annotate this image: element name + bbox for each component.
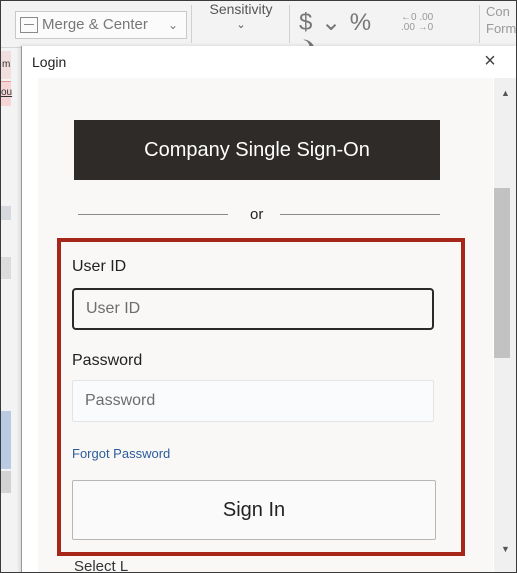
divider-or-text: or (250, 206, 264, 223)
dialog-title: Login (32, 54, 67, 70)
sign-in-button[interactable]: Sign In (72, 480, 436, 540)
user-id-label: User ID (72, 258, 127, 275)
background-text: m (2, 59, 11, 70)
background-cell: m (1, 51, 11, 79)
background-text: ou (1, 87, 13, 98)
excel-ribbon: Merge & Center ⌄ Sensitivity ⌄ $ ⌄ % ❩ ←… (1, 1, 517, 64)
screenshot-frame: Merge & Center ⌄ Sensitivity ⌄ $ ⌄ % ❩ ←… (0, 0, 517, 573)
background-cell (1, 257, 11, 279)
background-cell (1, 471, 11, 493)
company-sso-button[interactable]: Company Single Sign-On (74, 120, 440, 180)
ribbon-divider (289, 5, 290, 43)
divider-line (78, 214, 228, 215)
dialog-scrollbar[interactable]: ▲ ▼ (494, 78, 516, 572)
user-id-input[interactable] (72, 288, 434, 330)
scroll-up-arrow-icon[interactable]: ▲ (494, 84, 516, 102)
chevron-down-icon: ⌄ (168, 18, 179, 32)
scroll-down-arrow-icon[interactable]: ▼ (494, 540, 516, 558)
sensitivity-label: Sensitivity (209, 1, 273, 17)
background-cell (1, 206, 11, 220)
chevron-down-icon: ⌄ (236, 19, 246, 31)
merge-center-icon (20, 17, 38, 33)
scrollbar-thumb[interactable] (494, 188, 510, 358)
forgot-password-link[interactable]: Forgot Password (72, 446, 170, 461)
password-input[interactable] (72, 380, 434, 422)
password-label: Password (72, 352, 143, 369)
login-panel: Company Single Sign-On or User ID Passwo… (38, 78, 493, 573)
decrease-decimal-icon: .00 →0 (401, 22, 434, 33)
login-dialog: Login × Company Single Sign-On or User I… (21, 46, 516, 573)
ribbon-divider (191, 5, 192, 43)
number-format-group[interactable]: $ ⌄ % ❩ (299, 9, 394, 64)
ribbon-divider (479, 5, 480, 43)
background-cell: ou (1, 81, 13, 106)
background-cell (1, 411, 11, 469)
decimal-buttons[interactable]: ←0 .00 .00 →0 (401, 13, 476, 35)
select-language-label: Select L (74, 558, 129, 573)
conditional-formatting-button[interactable]: Con Form (486, 3, 517, 37)
sensitivity-button[interactable]: Sensitivity ⌄ (201, 1, 281, 41)
conditional-label-1: Con (486, 4, 510, 19)
merge-center-label: Merge & Center (42, 16, 148, 33)
merge-center-button[interactable]: Merge & Center ⌄ (15, 11, 187, 39)
conditional-label-2: Form (486, 21, 517, 36)
close-icon[interactable]: × (477, 48, 503, 74)
divider-line (280, 214, 440, 215)
